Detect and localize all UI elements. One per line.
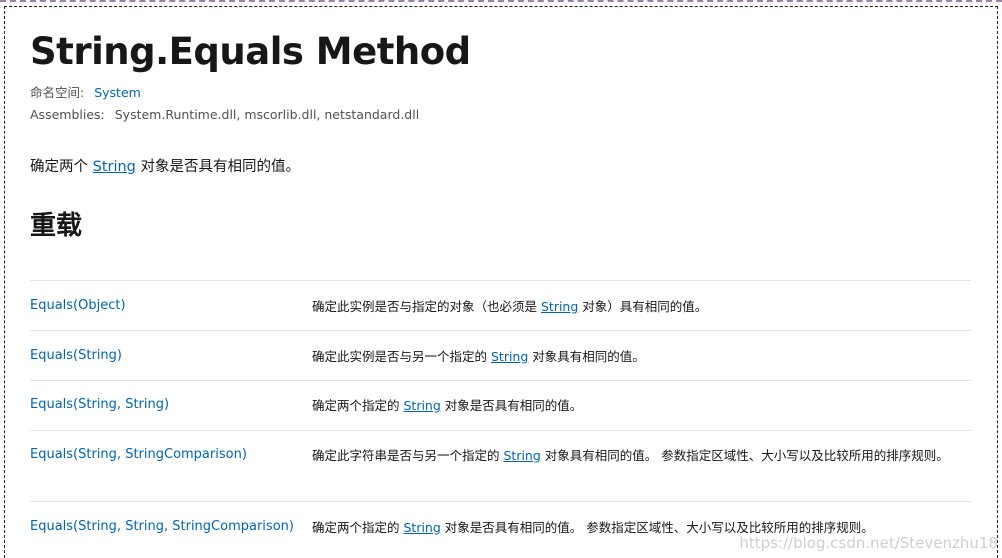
description-text: 对象具有相同的值。 参数指定区域性、大小写以及比较所用的排序规则。	[540, 448, 949, 463]
assemblies-row: Assemblies: System.Runtime.dll, mscorlib…	[30, 107, 419, 122]
overloads-table: Equals(Object) 确定此实例是否与指定的对象（也必须是 String…	[30, 280, 971, 552]
description-text: 确定两个指定的	[312, 398, 404, 413]
namespace-label: 命名空间:	[30, 85, 85, 100]
table-row: Equals(String, StringComparison) 确定此字符串是…	[30, 431, 971, 502]
overload-description: 确定两个指定的 String 对象是否具有相同的值。	[312, 395, 962, 416]
page: String.Equals Method 命名空间: System Assemb…	[0, 0, 1002, 558]
string-type-link[interactable]: String	[403, 520, 440, 535]
description-text: 确定此实例是否与指定的对象（也必须是	[312, 299, 541, 314]
string-type-link[interactable]: String	[503, 448, 540, 463]
overload-link[interactable]: Equals(String)	[30, 348, 122, 363]
summary-text-before: 确定两个	[30, 159, 93, 175]
string-type-link[interactable]: String	[403, 398, 440, 413]
string-type-link[interactable]: String	[541, 299, 578, 314]
namespace-link[interactable]: System	[94, 85, 141, 100]
overload-link[interactable]: Equals(String, StringComparison)	[30, 447, 247, 462]
description-text: 对象是否具有相同的值。	[440, 398, 583, 413]
description-text: 确定两个指定的	[312, 520, 404, 535]
overload-description: 确定此实例是否与指定的对象（也必须是 String 对象）具有相同的值。	[312, 296, 962, 317]
table-row: Equals(Object) 确定此实例是否与指定的对象（也必须是 String…	[30, 281, 971, 331]
overloads-heading: 重载	[30, 211, 83, 241]
description-text: 对象）具有相同的值。	[578, 299, 708, 314]
table-row: Equals(String) 确定此实例是否与另一个指定的 String 对象具…	[30, 331, 971, 381]
description-text: 确定此字符串是否与另一个指定的	[312, 448, 504, 463]
overload-description: 确定此实例是否与另一个指定的 String 对象具有相同的值。	[312, 346, 962, 367]
assemblies-value: System.Runtime.dll, mscorlib.dll, netsta…	[114, 107, 420, 122]
overload-link[interactable]: Equals(String, String, StringComparison)	[30, 519, 294, 534]
description-text: 对象具有相同的值。	[528, 349, 645, 364]
overload-link[interactable]: Equals(Object)	[30, 298, 126, 313]
assemblies-label: Assemblies:	[30, 107, 105, 122]
table-row: Equals(String, String) 确定两个指定的 String 对象…	[30, 381, 971, 431]
string-type-link[interactable]: String	[491, 349, 528, 364]
page-title: String.Equals Method	[30, 30, 471, 73]
description-text: 对象是否具有相同的值。 参数指定区域性、大小写以及比较所用的排序规则。	[440, 520, 874, 535]
overload-link[interactable]: Equals(String, String)	[30, 397, 169, 412]
summary-string-link[interactable]: String	[93, 159, 136, 175]
method-summary: 确定两个 String 对象是否具有相同的值。	[30, 155, 300, 176]
description-text: 确定此实例是否与另一个指定的	[312, 349, 491, 364]
overload-description: 确定此字符串是否与另一个指定的 String 对象具有相同的值。 参数指定区域性…	[312, 445, 962, 466]
summary-text-after: 对象是否具有相同的值。	[135, 159, 300, 175]
watermark: https://blog.csdn.net/Stevenzhu18	[739, 534, 998, 552]
namespace-row: 命名空间: System	[30, 82, 141, 101]
